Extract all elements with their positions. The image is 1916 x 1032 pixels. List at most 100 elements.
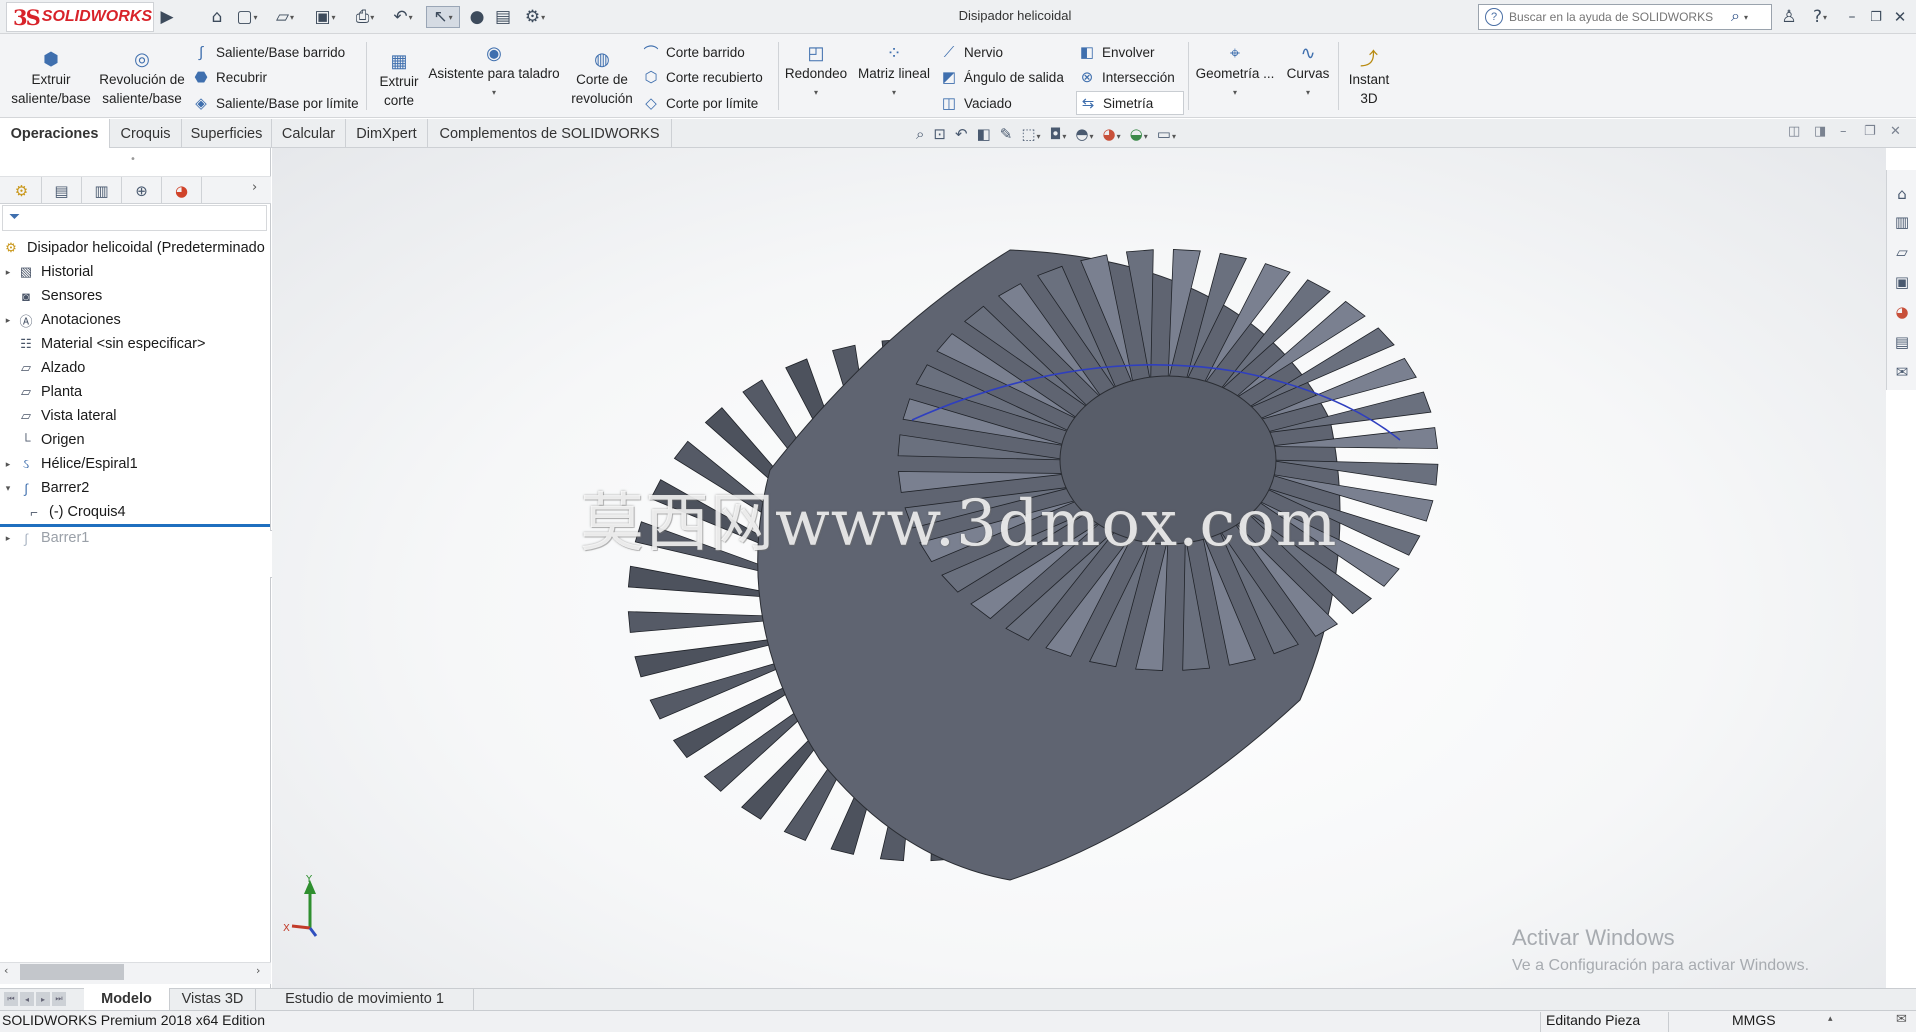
search-icon[interactable]: ⌕ — [1731, 8, 1740, 26]
help-icon[interactable]: ? ▾ — [1806, 6, 1834, 28]
expand-arrow-icon[interactable]: ▸ — [0, 267, 16, 278]
boundary-boss-button[interactable]: ◈ Saliente/Base por límite — [190, 91, 358, 115]
boundary-cut-button[interactable]: ◇ Corte por límite — [640, 91, 758, 115]
dynamic-annotation-icon[interactable]: ✎ — [1000, 125, 1013, 143]
curves-dropdown-icon[interactable]: ▾ — [1306, 83, 1310, 102]
task-pane-appearances-icon[interactable]: ◕ — [1890, 300, 1914, 324]
restore-icon[interactable]: ❐ — [1866, 6, 1886, 28]
swept-cut-button[interactable]: ⌒ Corte barrido — [640, 40, 744, 64]
shell-button[interactable]: ◫ Vaciado — [938, 91, 1012, 115]
status-comment-icon[interactable]: ✉ — [1896, 1012, 1907, 1027]
units-dropdown-icon[interactable]: ▴ — [1828, 1014, 1833, 1024]
expand-arrow-icon[interactable]: ▸ — [0, 459, 16, 470]
hole-wizard-button[interactable]: ◉ Asistente para taladro ▾ — [424, 42, 564, 102]
tab-croquis[interactable]: Croquis — [110, 119, 182, 148]
section-view-icon[interactable]: ◧ — [977, 125, 991, 143]
tree-item-helice[interactable]: ▸ ઽ Hélice/Espiral1 — [0, 452, 138, 476]
next-tab-icon[interactable]: ▸ — [36, 992, 50, 1006]
viewport-tile-icon[interactable]: ◫ — [1788, 124, 1800, 139]
tree-root-part[interactable]: ⚙ Disipador helicoidal (Predeterminado — [0, 236, 265, 260]
viewport-minimize-icon[interactable]: – — [1840, 124, 1847, 139]
user-account-icon[interactable]: ♙ — [1778, 6, 1800, 28]
apply-scene-icon[interactable]: ◒▾ — [1130, 125, 1148, 143]
swept-boss-button[interactable]: ∫ Saliente/Base barrido — [190, 40, 345, 64]
linear-pattern-button[interactable]: ⁘ Matriz lineal ▾ — [852, 42, 936, 102]
first-tab-icon[interactable]: ⏮ — [4, 992, 18, 1006]
fillet-dropdown-icon[interactable]: ▾ — [814, 83, 818, 102]
configuration-manager-tab-icon[interactable]: ▥ — [82, 177, 122, 204]
loft-boss-button[interactable]: ⬣ Recubrir — [190, 65, 267, 89]
task-pane-custom-properties-icon[interactable]: ▤ — [1890, 330, 1914, 354]
tree-item-vista-lateral[interactable]: ▱ Vista lateral — [0, 404, 117, 428]
menu-expand-arrow-icon[interactable]: ▶ — [160, 6, 174, 28]
tree-item-planta[interactable]: ▱ Planta — [0, 380, 82, 404]
sidebar-tabs-more-icon[interactable]: › — [252, 180, 257, 195]
display-manager-tab-icon[interactable]: ◕ — [162, 177, 202, 204]
minimize-icon[interactable]: – — [1842, 6, 1862, 28]
search-dropdown-icon[interactable]: ▾ — [1744, 13, 1748, 22]
tab-dimxpert[interactable]: DimXpert — [346, 119, 428, 148]
expand-arrow-icon[interactable]: ▸ — [0, 315, 16, 326]
save-icon[interactable]: ▣ ▾ — [310, 6, 340, 28]
tab-superficies[interactable]: Superficies — [182, 119, 272, 148]
viewport-close-icon[interactable]: ✕ — [1890, 124, 1901, 139]
property-manager-tab-icon[interactable]: ▤ — [42, 177, 82, 204]
new-document-icon[interactable]: ▢ ▾ — [234, 6, 260, 28]
wrap-button[interactable]: ◧ Envolver — [1076, 40, 1155, 64]
last-tab-icon[interactable]: ⏭ — [52, 992, 66, 1006]
rib-button[interactable]: ⟋ Nervio — [938, 40, 1003, 64]
help-search-box[interactable]: ? ⌕ ▾ — [1478, 4, 1772, 30]
mirror-button[interactable]: ⇆ Simetría — [1076, 91, 1185, 115]
hole-wizard-dropdown-icon[interactable]: ▾ — [492, 83, 496, 102]
revolve-boss-button[interactable]: ◎ Revolución de saliente/base — [96, 48, 188, 108]
draft-button[interactable]: ◩ Ángulo de salida — [938, 65, 1064, 89]
status-units[interactable]: MMGS — [1732, 1012, 1776, 1028]
intersect-button[interactable]: ⊗ Intersección — [1076, 65, 1175, 89]
zoom-to-area-icon[interactable]: ⊡ — [933, 125, 946, 143]
task-pane-resources-icon[interactable]: ▥ — [1890, 210, 1914, 234]
viewport-split-icon[interactable]: ◨ — [1814, 124, 1826, 139]
tree-item-barrer2[interactable]: ▾ ∫ Barrer2 — [0, 476, 90, 500]
extrude-boss-button[interactable]: ⬢ Extruir saliente/base — [6, 48, 96, 108]
helical-heatsink-model[interactable]: Y X — [272, 148, 1886, 988]
tab-operaciones[interactable]: Operaciones — [0, 119, 110, 148]
extrude-cut-button[interactable]: ▦ Extruir corte — [372, 50, 426, 110]
tab-modelo[interactable]: Modelo — [84, 988, 170, 1010]
tree-filter-box[interactable]: ⏷ — [2, 205, 267, 231]
solidworks-logo[interactable]: 3S SOLIDWORKS — [6, 2, 154, 32]
lofted-cut-button[interactable]: ⬡ Corte recubierto — [640, 65, 762, 89]
view-settings-icon[interactable]: ▭▾ — [1157, 125, 1176, 143]
feature-tree-tab-icon[interactable]: ⚙ — [2, 177, 42, 204]
help-search-input[interactable] — [1509, 10, 1729, 24]
reference-geometry-dropdown-icon[interactable]: ▾ — [1233, 83, 1237, 102]
file-properties-icon[interactable]: ▤ — [492, 6, 514, 28]
tree-item-material[interactable]: ☷ Material <sin especificar> — [0, 332, 205, 356]
linear-pattern-dropdown-icon[interactable]: ▾ — [892, 83, 896, 102]
view-orientation-icon[interactable]: ⬚▾ — [1021, 125, 1040, 143]
task-pane-home-icon[interactable]: ⌂ — [1890, 182, 1914, 206]
tab-vistas-3d[interactable]: Vistas 3D — [170, 988, 256, 1010]
rebuild-icon[interactable]: ● — [468, 6, 486, 28]
select-pointer-icon[interactable]: ↖ ▾ — [426, 6, 460, 28]
scroll-right-icon[interactable]: › — [256, 964, 260, 977]
previous-view-icon[interactable]: ↶ — [955, 125, 968, 143]
close-icon[interactable]: ✕ — [1890, 6, 1910, 28]
zoom-to-fit-icon[interactable]: ⌕ — [916, 125, 924, 143]
tab-complementos[interactable]: Complementos de SOLIDWORKS — [428, 119, 672, 148]
options-gear-icon[interactable]: ⚙ ▾ — [518, 6, 552, 28]
tree-item-anotaciones[interactable]: ▸ Ⓐ Anotaciones — [0, 308, 121, 332]
home-icon[interactable]: ⌂ — [206, 6, 228, 28]
panel-grip-icon[interactable]: • — [130, 154, 136, 165]
expand-arrow-icon[interactable]: ▸ — [0, 533, 16, 544]
tree-item-origen[interactable]: └ Origen — [0, 428, 84, 452]
task-pane-design-library-icon[interactable]: ▱ — [1890, 240, 1914, 264]
tree-item-alzado[interactable]: ▱ Alzado — [0, 356, 85, 380]
scrollbar-thumb[interactable] — [20, 964, 124, 980]
fillet-button[interactable]: ◰ Redondeo ▾ — [780, 42, 852, 102]
tree-item-historial[interactable]: ▸ ▧ Historial — [0, 260, 94, 284]
tab-estudio-movimiento[interactable]: Estudio de movimiento 1 — [256, 988, 474, 1010]
task-pane-file-explorer-icon[interactable]: ▣ — [1890, 270, 1914, 294]
curves-button[interactable]: ∿ Curvas ▾ — [1280, 42, 1336, 102]
dimxpert-manager-tab-icon[interactable]: ⊕ — [122, 177, 162, 204]
prev-tab-icon[interactable]: ◂ — [20, 992, 34, 1006]
